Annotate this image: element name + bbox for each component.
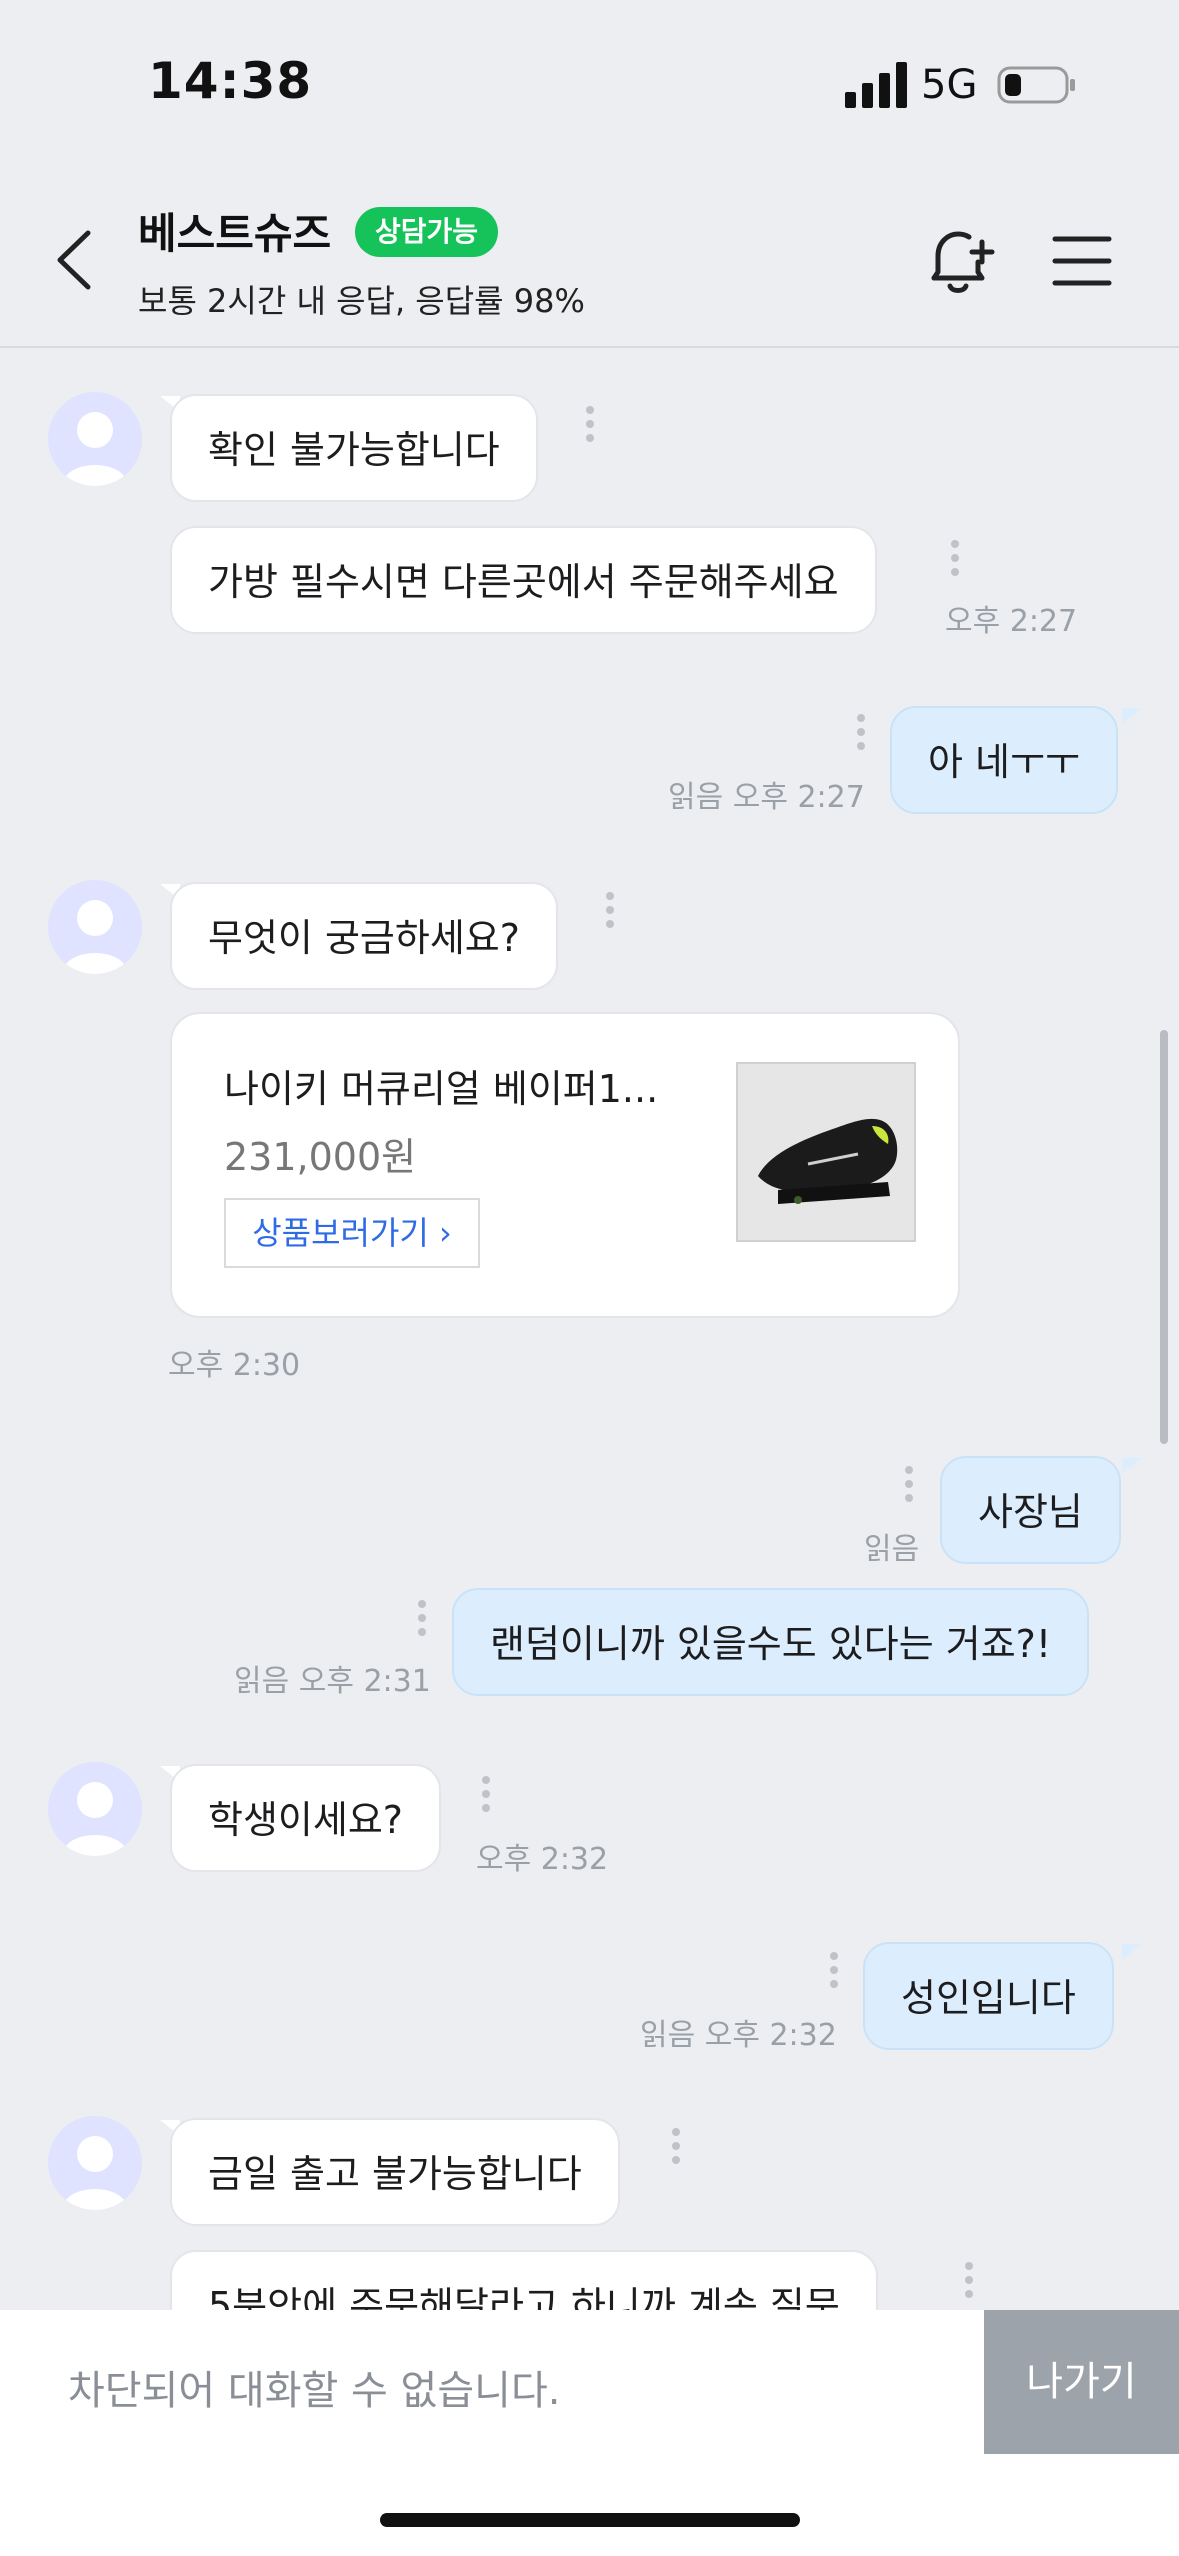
- network-type: 5G: [921, 62, 978, 108]
- more-dots-icon[interactable]: [965, 2262, 975, 2312]
- blocked-notice: 차단되어 대화할 수 없습니다.: [68, 2368, 561, 2414]
- message-bubble[interactable]: 확인 불가능합니다: [170, 394, 538, 502]
- status-badge: 상담가능: [355, 207, 499, 257]
- message-time: 오후 2:27: [945, 604, 1078, 639]
- bell-plus-icon[interactable]: [922, 222, 1002, 302]
- avatar-placeholder-icon: [62, 2136, 128, 2210]
- message-bubble[interactable]: 학생이세요?: [170, 1764, 441, 1872]
- seller-avatar[interactable]: [48, 880, 142, 974]
- read-status: 읽음: [864, 1532, 920, 1567]
- response-rate: 보통 2시간 내 응답, 응답률 98%: [138, 282, 585, 320]
- bubble-tail: [1122, 1944, 1142, 1960]
- more-dots-icon[interactable]: [586, 406, 596, 456]
- product-price: 231,000원: [224, 1135, 417, 1179]
- more-dots-icon[interactable]: [951, 540, 961, 590]
- product-card[interactable]: 나이키 머큐리얼 베이퍼1... 231,000원 상품보러가기 ›: [170, 1012, 960, 1318]
- product-image[interactable]: [736, 1062, 916, 1242]
- hamburger-menu-icon[interactable]: [1052, 234, 1112, 288]
- more-dots-icon[interactable]: [672, 2128, 682, 2178]
- seller-avatar[interactable]: [48, 2116, 142, 2210]
- message-time: 오후 2:30: [168, 1348, 301, 1383]
- bubble-tail: [1122, 1458, 1142, 1474]
- status-time: 14:38: [148, 52, 313, 110]
- my-message-bubble[interactable]: 성인입니다: [863, 1942, 1114, 2050]
- view-product-button[interactable]: 상품보러가기 ›: [224, 1198, 480, 1268]
- message-bubble[interactable]: 금일 출고 불가능합니다: [170, 2118, 620, 2226]
- my-message-bubble[interactable]: 사장님: [940, 1456, 1121, 1564]
- scrollbar[interactable]: [1160, 1030, 1168, 1444]
- more-dots-icon[interactable]: [857, 714, 867, 764]
- leave-button[interactable]: 나가기: [984, 2310, 1179, 2454]
- seller-avatar[interactable]: [48, 1762, 142, 1856]
- read-time: 읽음 오후 2:31: [234, 1664, 431, 1699]
- more-dots-icon[interactable]: [418, 1600, 428, 1650]
- signal-icon: [845, 62, 907, 108]
- more-dots-icon[interactable]: [606, 892, 616, 942]
- product-title: 나이키 머큐리얼 베이퍼1...: [224, 1067, 659, 1111]
- avatar-placeholder-icon: [62, 900, 128, 974]
- avatar-placeholder-icon: [62, 1782, 128, 1856]
- read-time: 읽음 오후 2:32: [640, 2018, 837, 2053]
- shop-name[interactable]: 베스트슈즈: [138, 200, 331, 261]
- my-message-bubble[interactable]: 랜덤이니까 있을수도 있다는 거죠?!: [452, 1588, 1090, 1696]
- more-dots-icon[interactable]: [905, 1466, 915, 1516]
- shoe-image: [738, 1064, 914, 1240]
- home-indicator[interactable]: [380, 2513, 800, 2527]
- back-arrow-icon[interactable]: [52, 225, 96, 295]
- seller-avatar[interactable]: [48, 392, 142, 486]
- my-message-bubble[interactable]: 아 네ㅜㅜ: [890, 706, 1118, 814]
- battery-icon: [997, 66, 1075, 104]
- more-dots-icon[interactable]: [482, 1776, 492, 1826]
- message-bubble[interactable]: 무엇이 궁금하세요?: [170, 882, 558, 990]
- message-bubble[interactable]: 가방 필수시면 다른곳에서 주문해주세요: [170, 526, 877, 634]
- read-time: 읽음 오후 2:27: [668, 780, 865, 815]
- more-dots-icon[interactable]: [830, 1952, 840, 2002]
- bubble-tail: [1122, 708, 1142, 724]
- avatar-placeholder-icon: [62, 412, 128, 486]
- message-time: 오후 2:32: [476, 1842, 609, 1877]
